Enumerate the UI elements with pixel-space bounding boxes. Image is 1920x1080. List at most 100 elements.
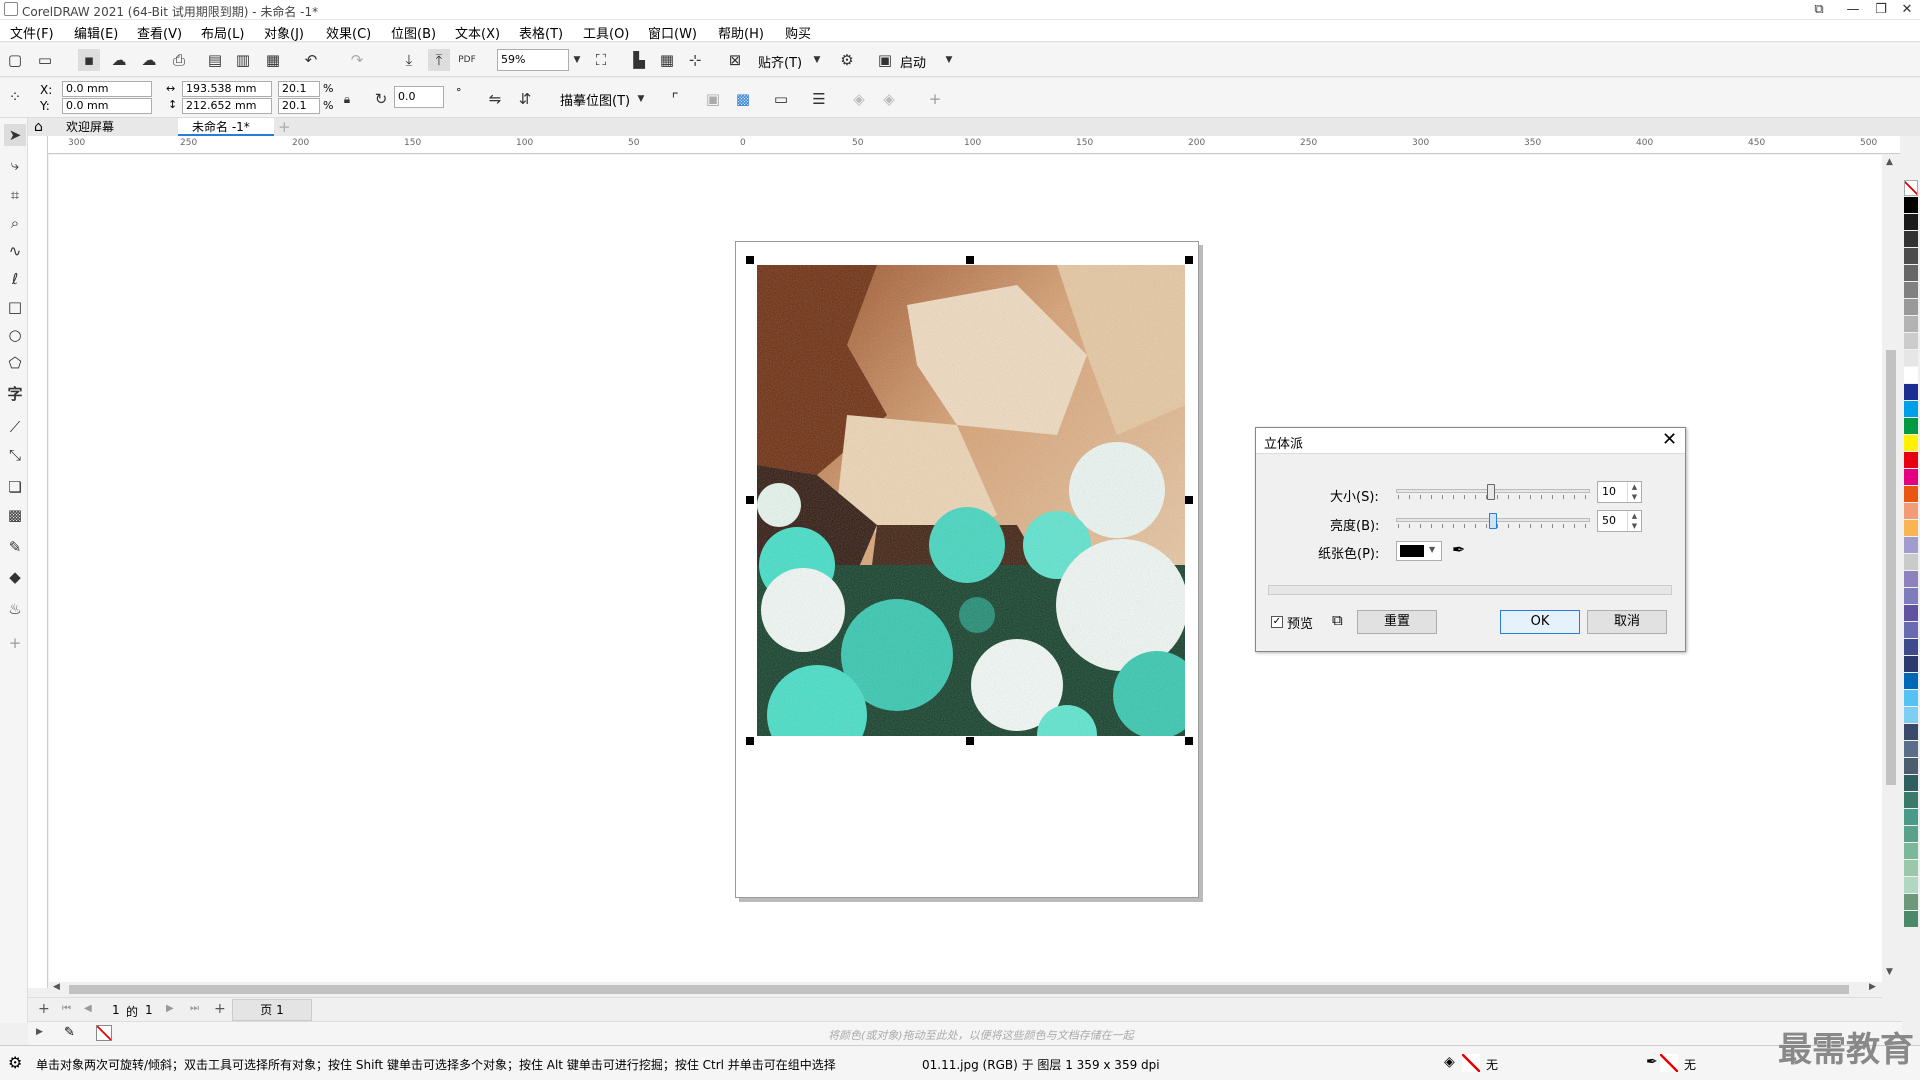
palette-expand-icon[interactable]: ▶ — [36, 1027, 43, 1037]
reset-button[interactable]: 重置 — [1357, 610, 1437, 634]
menu-help[interactable]: 帮助(H) — [718, 23, 764, 42]
dimension-tool-icon[interactable]: ⟋ — [4, 416, 26, 438]
zoom-level-field[interactable]: 59% — [497, 49, 569, 71]
rectangle-tool-icon[interactable]: □ — [4, 296, 26, 318]
copy-icon[interactable]: ▥ — [232, 49, 254, 71]
new-document-icon[interactable]: ▢ — [4, 49, 26, 71]
open-icon[interactable]: ▭ — [34, 49, 56, 71]
menu-buy[interactable]: 购买 — [785, 23, 811, 42]
palette-swatch[interactable] — [1904, 486, 1918, 502]
palette-swatch[interactable] — [1904, 503, 1918, 519]
palette-swatch[interactable] — [1904, 401, 1918, 417]
mirror-vertical-icon[interactable]: ⇵ — [514, 88, 536, 110]
shadow-tool-icon[interactable]: ❏ — [4, 476, 26, 498]
size-slider-thumb[interactable] — [1487, 484, 1496, 500]
palette-swatch[interactable] — [1904, 792, 1918, 808]
scroll-left-icon[interactable]: ◀ — [53, 982, 60, 992]
transparency-tool-icon[interactable]: ▩ — [4, 504, 26, 526]
horizontal-scrollbar[interactable]: ◀ ▶ — [49, 982, 1882, 997]
menu-file[interactable]: 文件(F) — [10, 23, 54, 42]
add-page-before-icon[interactable]: + — [38, 1001, 50, 1017]
first-page-icon[interactable]: ⏮ — [62, 1003, 71, 1014]
palette-swatch[interactable] — [1904, 775, 1918, 791]
handle-bottom-middle[interactable] — [966, 737, 974, 745]
cancel-button[interactable]: 取消 — [1587, 610, 1667, 634]
handle-top-middle[interactable] — [966, 256, 974, 264]
palette-swatch[interactable] — [1904, 605, 1918, 621]
freehand-tool-icon[interactable]: ∿ — [4, 240, 26, 262]
palette-swatch[interactable] — [1904, 384, 1918, 400]
palette-swatch[interactable] — [1904, 571, 1918, 587]
object-origin-icon[interactable]: ⁘ — [4, 86, 26, 108]
menu-text[interactable]: 文本(X) — [455, 23, 500, 42]
shape-tool-icon[interactable]: ⤷ — [4, 154, 26, 176]
artistic-media-icon[interactable]: ℓ — [4, 268, 26, 290]
palette-swatch[interactable] — [1904, 452, 1918, 468]
eyedropper-tool-icon[interactable]: ✎ — [4, 536, 26, 558]
palette-swatch[interactable] — [1904, 214, 1918, 230]
height-field[interactable]: 212.652 mm — [182, 98, 272, 114]
palette-swatch[interactable] — [1904, 707, 1918, 723]
import-icon[interactable]: ⤓ — [398, 49, 420, 71]
palette-swatch[interactable] — [1904, 520, 1918, 536]
palette-swatch[interactable] — [1904, 231, 1918, 247]
brightness-slider-thumb[interactable] — [1489, 513, 1497, 529]
popout-preview-icon[interactable]: ⧉ — [1332, 611, 1343, 629]
options-gear-icon[interactable]: ⚙ — [836, 49, 858, 71]
interactive-fill-icon[interactable]: ◆ — [4, 566, 26, 588]
resample-icon[interactable]: ▣ — [702, 88, 724, 110]
print-icon[interactable]: ⎙ — [168, 49, 190, 71]
ok-button[interactable]: OK — [1500, 610, 1580, 634]
palette-swatch[interactable] — [1904, 588, 1918, 604]
scale-y-field[interactable]: 20.1 — [278, 98, 320, 114]
size-spin-arrows[interactable]: ▲ ▼ — [1627, 482, 1641, 502]
palette-eyedropper-icon[interactable]: ✎ — [64, 1025, 75, 1040]
tab-welcome[interactable]: 欢迎屏幕 — [52, 118, 178, 136]
horizontal-scroll-thumb[interactable] — [69, 985, 1849, 994]
pick-tool-icon[interactable]: ➤ — [4, 124, 26, 146]
palette-swatch[interactable] — [1904, 435, 1918, 451]
text-tool-icon[interactable]: 字 — [4, 382, 26, 404]
minimize-button[interactable]: — — [1840, 1, 1866, 19]
save-icon[interactable]: ▪ — [78, 49, 100, 71]
palette-swatch[interactable] — [1904, 299, 1918, 315]
handle-top-right[interactable] — [1185, 256, 1193, 264]
full-screen-icon[interactable]: ⛶ — [590, 49, 612, 71]
crop-bitmap-icon[interactable]: ⌜ — [664, 88, 686, 110]
smart-fill-icon[interactable]: ♨ — [4, 598, 26, 620]
prev-page-icon[interactable]: ◀ — [84, 1003, 92, 1014]
palette-swatch[interactable] — [1904, 197, 1918, 213]
palette-swatch[interactable] — [1904, 894, 1918, 910]
palette-swatch[interactable] — [1904, 758, 1918, 774]
fill-none-swatch[interactable] — [1462, 1054, 1480, 1072]
wrap-text-icon[interactable]: ☰ — [808, 88, 830, 110]
maximize-button[interactable]: ❐ — [1868, 1, 1894, 19]
vertical-scroll-thumb[interactable] — [1886, 350, 1896, 785]
export-icon[interactable]: ⤒ — [428, 49, 450, 71]
mirror-horizontal-icon[interactable]: ⇋ — [484, 88, 506, 110]
menu-window[interactable]: 窗口(W) — [648, 23, 697, 42]
palette-swatch[interactable] — [1904, 248, 1918, 264]
palette-swatch[interactable] — [1904, 809, 1918, 825]
snap-to-label[interactable]: 贴齐(T) — [758, 52, 802, 71]
zoom-tool-icon[interactable]: ⌕ — [4, 212, 26, 234]
menu-view[interactable]: 查看(V) — [137, 23, 182, 42]
palette-swatch[interactable] — [1904, 469, 1918, 485]
vertical-scrollbar[interactable]: ▲ ▼ — [1882, 155, 1900, 985]
palette-swatch[interactable] — [1904, 741, 1918, 757]
width-field[interactable]: 193.538 mm — [182, 81, 272, 97]
palette-swatch[interactable] — [1904, 656, 1918, 672]
lock-ratio-icon[interactable]: 🔒︎ — [336, 88, 358, 110]
crop-tool-icon[interactable]: ⌗ — [4, 184, 26, 206]
cut-icon[interactable]: ▤ — [204, 49, 226, 71]
launch-icon[interactable]: ▣ — [874, 49, 896, 71]
next-page-icon[interactable]: ▶ — [166, 1003, 174, 1014]
palette-swatch[interactable] — [1904, 316, 1918, 332]
bitmap-border-icon[interactable]: ▭ — [770, 88, 792, 110]
scroll-right-icon[interactable]: ▶ — [1869, 982, 1876, 992]
polygon-tool-icon[interactable]: ⬠ — [4, 352, 26, 374]
palette-swatch[interactable] — [1904, 843, 1918, 859]
connector-tool-icon[interactable]: ⤡ — [4, 444, 26, 466]
undo-icon[interactable]: ↶ — [300, 49, 322, 71]
edit-bitmap-icon[interactable]: ▩ — [732, 88, 754, 110]
